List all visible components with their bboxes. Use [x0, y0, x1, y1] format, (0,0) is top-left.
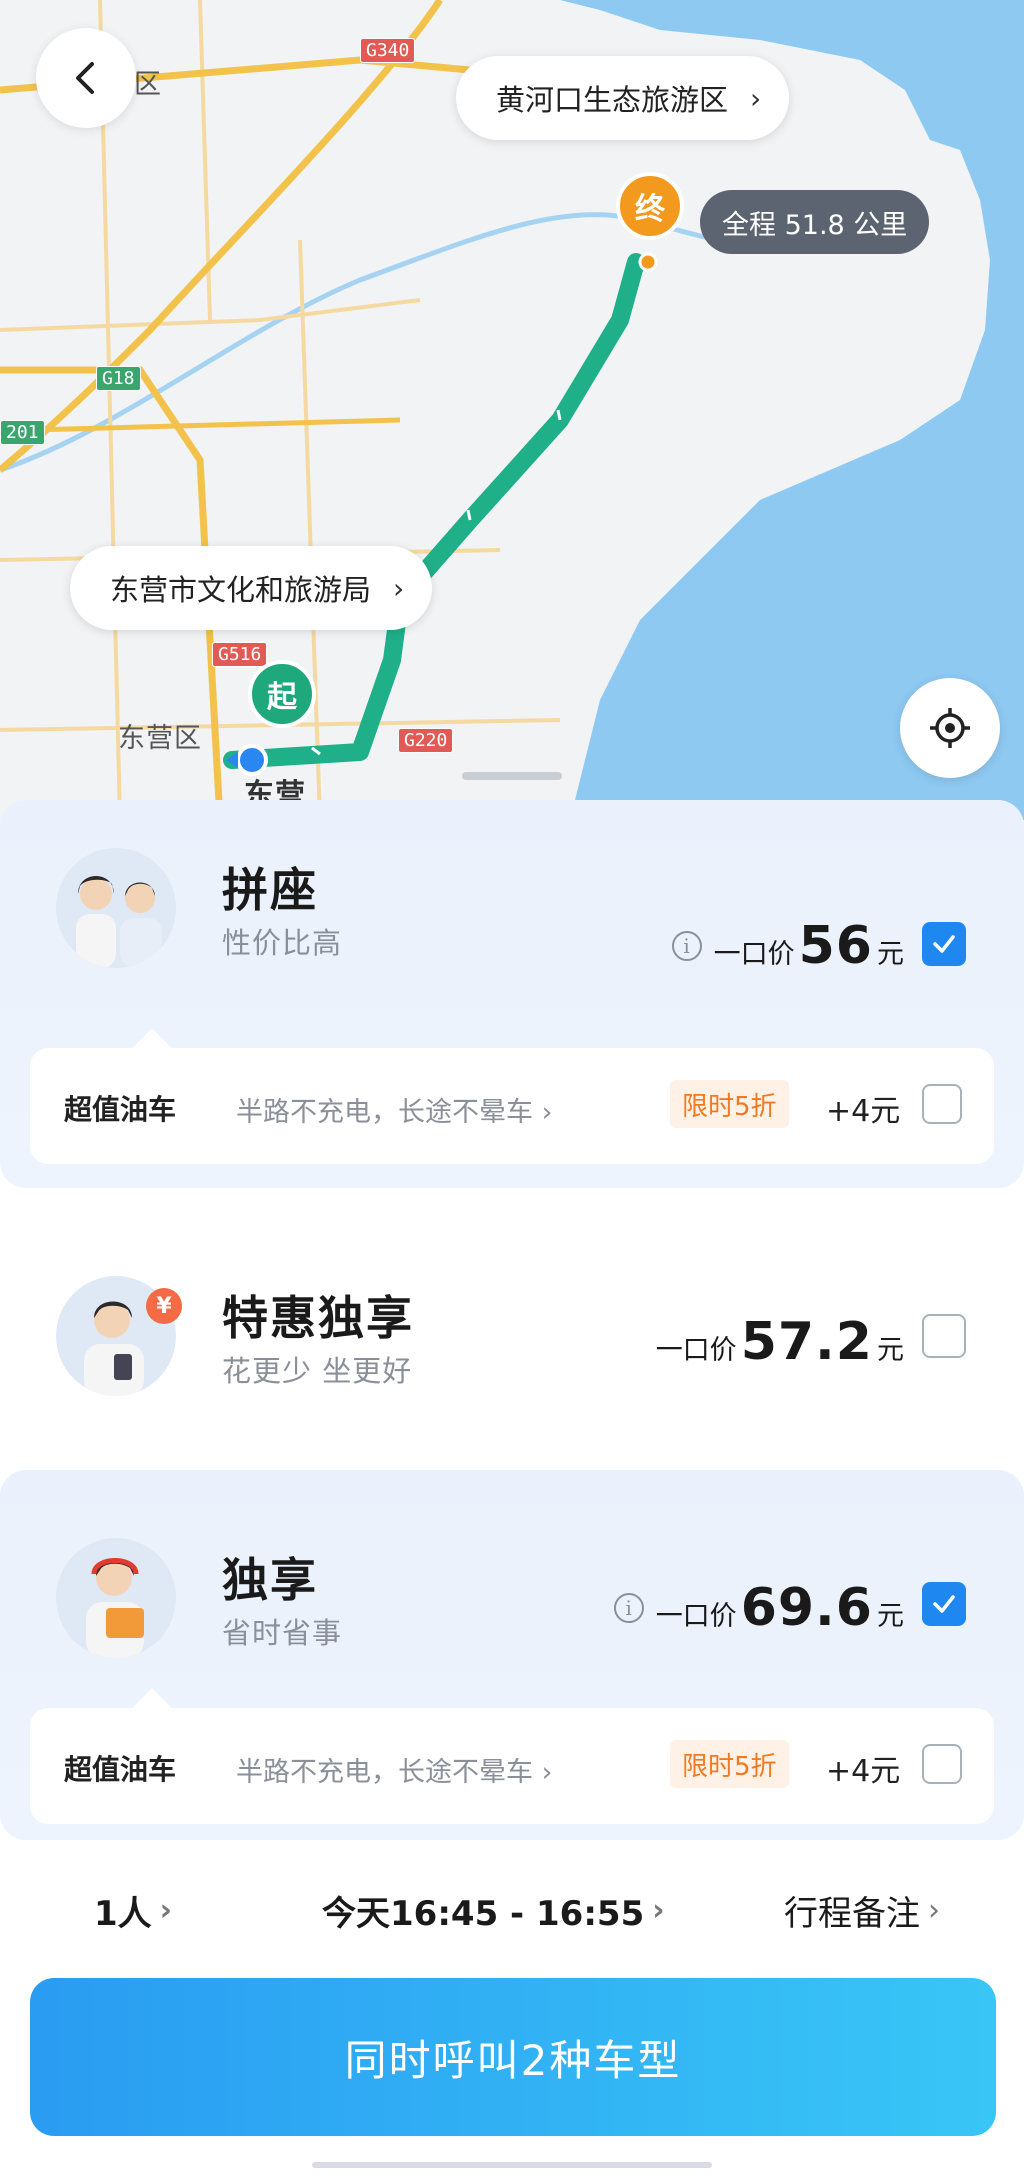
addon-row-fuel-car[interactable]: 超值油车 半路不充电，长途不晕车 › 限时5折 +4元	[30, 1688, 994, 1824]
destination-poi-bubble[interactable]: 黄河口生态旅游区 ›	[456, 56, 790, 140]
chevron-right-icon: ›	[750, 81, 762, 115]
price-value: 57.2	[740, 1312, 873, 1372]
ride-checkbox-carpool[interactable]	[922, 922, 966, 966]
info-icon[interactable]: i	[671, 931, 702, 961]
locate-button[interactable]	[900, 678, 1000, 778]
ride-card-carpool[interactable]: 拼座 性价比高 i 一口价 56 元 超值油车 半路不充电，长途不晕车 › 限时…	[0, 800, 1024, 1188]
home-indicator	[312, 2162, 712, 2168]
addon-title: 超值油车	[64, 1093, 177, 1126]
addon-description[interactable]: 半路不充电，长途不晕车 ›	[236, 1090, 552, 1129]
departure-time-selector[interactable]: 今天16:45 - 16:55 ›	[322, 1886, 665, 1935]
road-shield-201: 201	[0, 420, 45, 445]
chevron-right-icon: ›	[928, 1893, 940, 1928]
price-value: 56	[798, 916, 873, 976]
ride-title: 独享	[222, 1553, 318, 1607]
map-corner-label: 区	[134, 69, 162, 100]
price-value: 69.6	[740, 1578, 873, 1638]
route-map[interactable]: G340 G18 G516 G220 201 东营区 东营 区 黄河口生态旅游区…	[0, 0, 1024, 820]
ride-price: 一口价 57.2 元	[655, 1312, 904, 1372]
addon-title: 超值油车	[64, 1753, 177, 1786]
addon-description[interactable]: 半路不充电，长途不晕车 ›	[236, 1750, 552, 1789]
ride-subtitle: 省时省事	[222, 1616, 343, 1650]
ride-card-private[interactable]: 独享 省时省事 i 一口价 69.6 元 超值油车 半路不充电，长途不晕车 › …	[0, 1470, 1024, 1840]
ride-price: i 一口价 69.6 元	[613, 1578, 904, 1638]
yuan-badge-icon: ¥	[146, 1288, 182, 1324]
private-avatar	[56, 1538, 176, 1658]
trip-options-bar: 1人 › 今天16:45 - 16:55 › 行程备注 ›	[0, 1862, 1024, 1952]
road-shield-g18: G18	[96, 366, 141, 391]
ride-title: 拼座	[222, 863, 318, 917]
ride-checkbox-discount-private[interactable]	[922, 1314, 966, 1358]
discount-tag: 限时5折	[670, 1080, 789, 1128]
addon-checkbox[interactable]	[922, 1084, 962, 1124]
discount-tag: 限时5折	[670, 1740, 789, 1788]
road-shield-g516: G516	[212, 642, 268, 667]
back-chevron-icon	[76, 62, 94, 94]
ride-subtitle: 花更少 坐更好	[222, 1354, 413, 1388]
locate-target-icon	[930, 708, 970, 748]
chevron-right-icon: ›	[159, 1893, 173, 1928]
addon-extra-price: +4元	[826, 1754, 901, 1789]
distance-pill: 全程 51.8 公里	[700, 190, 930, 254]
ride-title: 特惠独享	[222, 1291, 414, 1345]
end-marker: 终	[616, 172, 684, 240]
chevron-right-icon: ›	[652, 1893, 665, 1928]
destination-poi-label: 黄河口生态旅游区	[496, 83, 729, 117]
info-icon[interactable]: i	[613, 1593, 644, 1623]
road-shield-g220: G220	[398, 728, 454, 753]
start-marker: 起	[248, 660, 316, 728]
carpool-avatar	[56, 848, 176, 968]
check-icon	[933, 935, 955, 953]
trip-note-button[interactable]: 行程备注 ›	[784, 1886, 940, 1935]
sheet-drag-handle[interactable]	[462, 772, 562, 780]
chevron-right-icon: ›	[393, 571, 405, 605]
addon-checkbox[interactable]	[922, 1744, 962, 1784]
ride-price: i 一口价 56 元	[671, 916, 904, 976]
check-icon	[933, 1595, 955, 1613]
road-shield-g340: G340	[360, 38, 416, 63]
call-car-button[interactable]: 同时呼叫2种车型	[30, 1978, 996, 2136]
district-label: 东营区	[118, 723, 202, 754]
ride-checkbox-private[interactable]	[922, 1582, 966, 1626]
addon-extra-price: +4元	[826, 1094, 901, 1129]
passenger-count-selector[interactable]: 1人 ›	[94, 1886, 172, 1935]
ride-subtitle: 性价比高	[222, 926, 343, 960]
ride-card-discount-private[interactable]: ¥ 特惠独享 花更少 坐更好 一口价 57.2 元	[0, 1200, 1024, 1452]
addon-row-fuel-car[interactable]: 超值油车 半路不充电，长途不晕车 › 限时5折 +4元	[30, 1028, 994, 1164]
origin-poi-label: 东营市文化和旅游局	[110, 573, 372, 607]
back-button[interactable]	[36, 28, 136, 128]
origin-poi-bubble[interactable]: 东营市文化和旅游局 ›	[70, 546, 433, 630]
